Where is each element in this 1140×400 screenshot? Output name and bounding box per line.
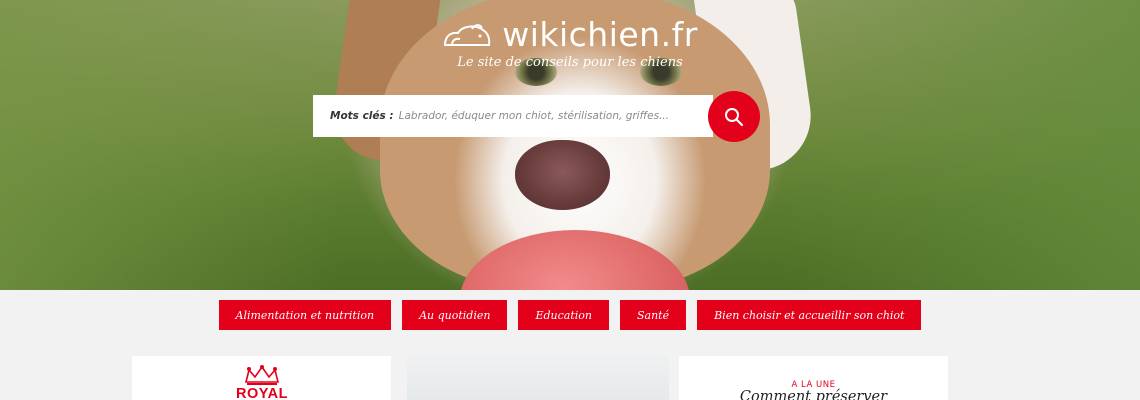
search-input[interactable]: [398, 110, 713, 122]
search-icon: [725, 107, 744, 126]
royal-canin-text: ROYAL CANIN: [236, 386, 288, 400]
nav-item-education[interactable]: Education: [518, 300, 609, 330]
search-button[interactable]: [708, 91, 760, 142]
nav-item-sante[interactable]: Santé: [619, 300, 687, 330]
site-logo[interactable]: wikichien.fr: [0, 14, 1140, 54]
logo-text: wikichien.fr: [502, 14, 698, 54]
site-tagline: Le site de conseils pour les chiens: [457, 55, 683, 70]
category-nav: Alimentation et nutrition Au quotidien E…: [0, 300, 1140, 330]
nav-item-alimentation[interactable]: Alimentation et nutrition: [218, 300, 392, 330]
article-image-card[interactable]: [407, 356, 669, 400]
search-bar: Mots clés :: [313, 95, 713, 137]
featured-article-card[interactable]: A LA UNE Comment préserver: [679, 356, 948, 400]
nav-item-bien-choisir[interactable]: Bien choisir et accueillir son chiot: [697, 300, 922, 330]
search-label: Mots clés :: [330, 110, 394, 122]
featured-title[interactable]: Comment préserver: [679, 389, 948, 400]
nav-item-au-quotidien[interactable]: Au quotidien: [402, 300, 508, 330]
dog-nose: [515, 140, 610, 210]
sponsor-card[interactable]: ROYAL CANIN: [132, 356, 391, 400]
sleeping-dog-icon: [444, 24, 491, 46]
crown-icon: [244, 365, 280, 385]
royal-canin-logo: ROYAL CANIN: [212, 364, 312, 400]
